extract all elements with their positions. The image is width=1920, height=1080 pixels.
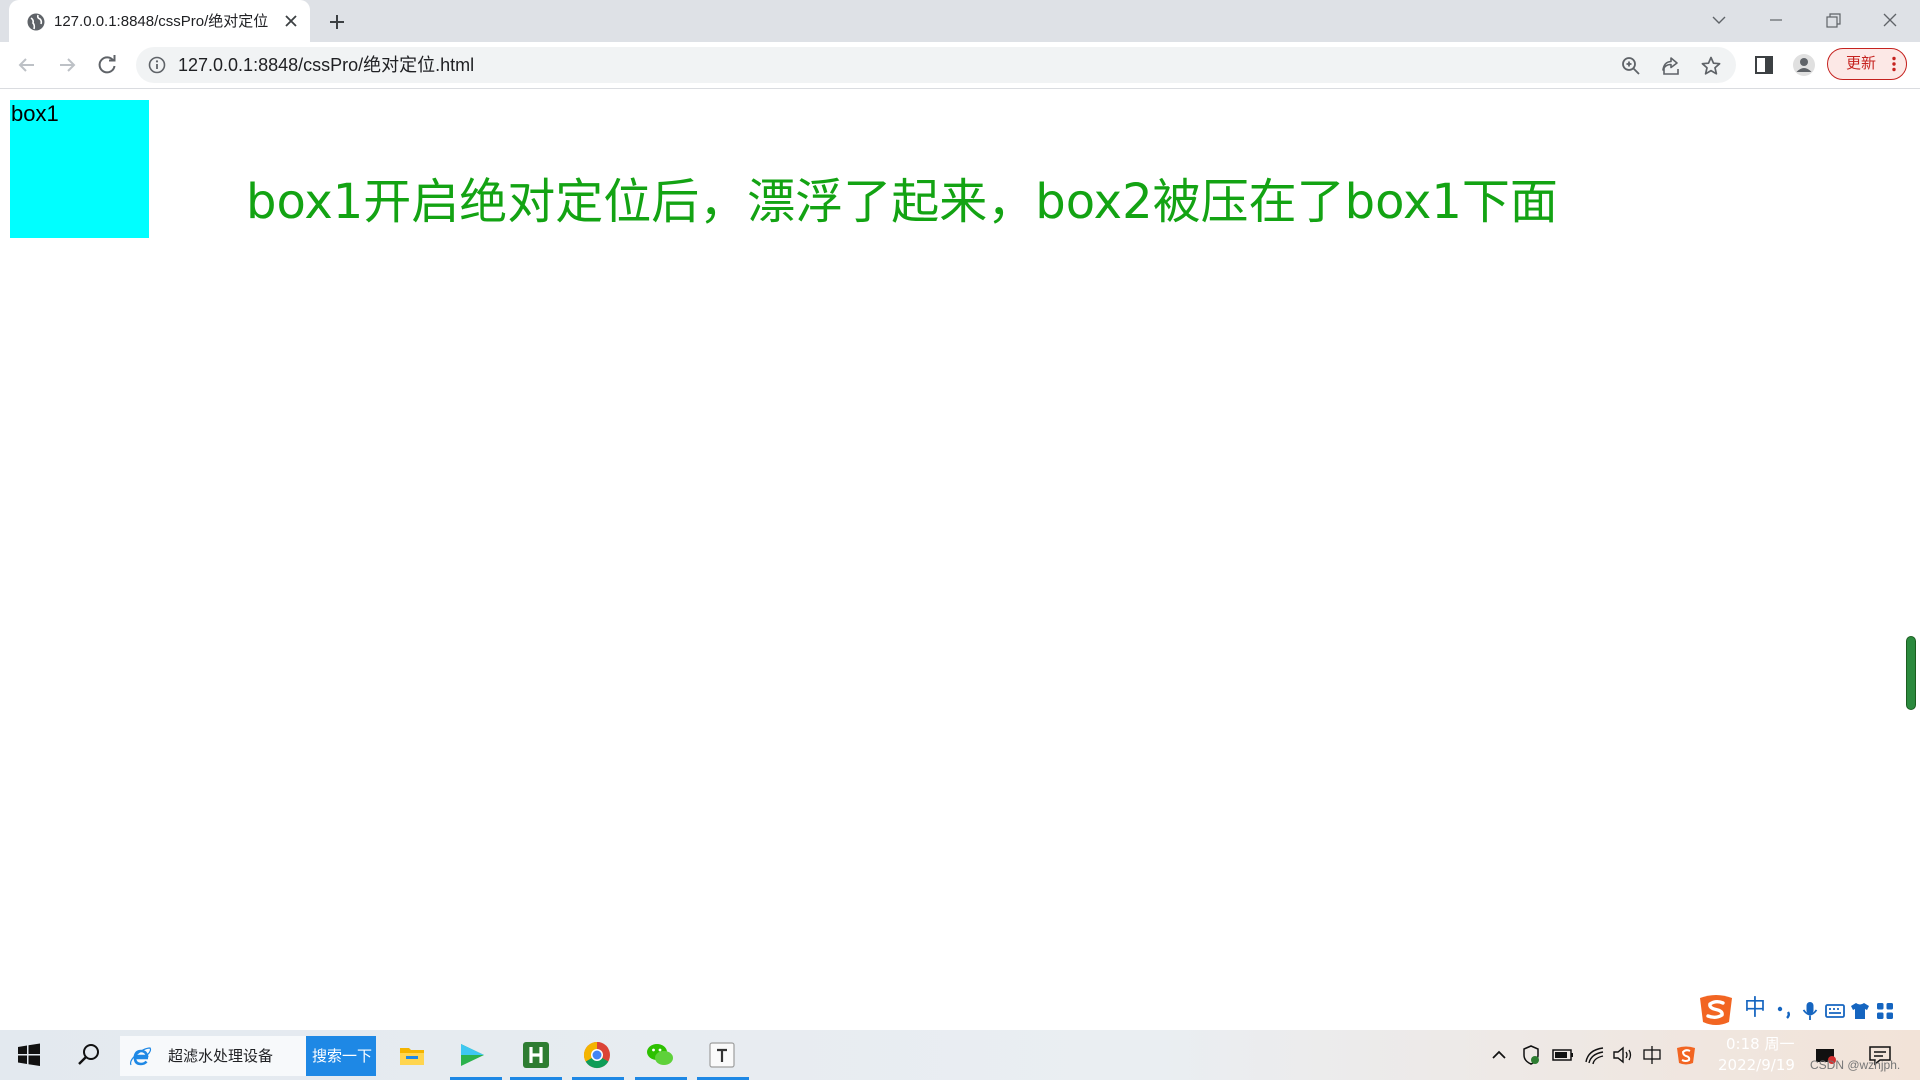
- chevron-down-icon[interactable]: [1704, 6, 1734, 34]
- url-text[interactable]: 127.0.0.1:8848/cssPro/绝对定位.html: [178, 47, 474, 83]
- reload-icon[interactable]: [94, 52, 120, 78]
- sogou-icon[interactable]: [1674, 1040, 1698, 1070]
- tab-title: 127.0.0.1:8848/cssPro/绝对定位: [54, 13, 269, 30]
- update-label: 更新: [1846, 55, 1877, 72]
- volume-icon[interactable]: [1611, 1040, 1635, 1070]
- ime-toolbar: 中: [1696, 990, 1920, 1030]
- update-button[interactable]: 更新: [1827, 48, 1907, 80]
- restore-icon[interactable]: [1818, 6, 1848, 34]
- wechat-icon[interactable]: [645, 1040, 675, 1070]
- box1: box1: [10, 100, 149, 238]
- globe-icon: [27, 13, 45, 31]
- more-vertical-icon: [1892, 56, 1896, 72]
- page-message: box1开启绝对定位后，漂浮了起来，box2被压在了box1下面: [246, 174, 1558, 230]
- plus-icon[interactable]: [325, 10, 349, 34]
- profile-icon[interactable]: [1791, 52, 1817, 78]
- clock-date[interactable]: 2022/9/19: [1718, 1056, 1795, 1074]
- taskbar-search-box[interactable]: 超滤水处理设备: [120, 1036, 306, 1076]
- forward-arrow-icon[interactable]: [54, 52, 80, 78]
- star-icon[interactable]: [1700, 55, 1722, 77]
- search-go-button[interactable]: 搜索一下: [306, 1036, 376, 1076]
- side-panel-icon[interactable]: [1751, 52, 1777, 78]
- punctuation-icon[interactable]: [1774, 1000, 1796, 1022]
- tab-strip: 127.0.0.1:8848/cssPro/绝对定位: [0, 0, 1920, 42]
- box1-label: box1: [11, 101, 59, 126]
- share-icon[interactable]: [1660, 55, 1682, 77]
- close-icon[interactable]: [1875, 6, 1905, 34]
- chrome-icon[interactable]: [582, 1040, 612, 1070]
- browser-tab[interactable]: 127.0.0.1:8848/cssPro/绝对定位: [9, 0, 310, 42]
- typora-icon[interactable]: [707, 1040, 737, 1070]
- close-icon[interactable]: [283, 13, 299, 29]
- watermark: CSDN @wzhjph.: [1810, 1058, 1901, 1072]
- microphone-icon[interactable]: [1799, 1000, 1821, 1022]
- minimize-icon[interactable]: [1761, 6, 1791, 34]
- taskbar: 超滤水处理设备 搜索一下 0:18 周一 2022/9/19 CSDN @wzh…: [0, 1030, 1920, 1080]
- sogou-s-icon[interactable]: [1696, 992, 1736, 1028]
- skin-shirt-icon[interactable]: [1849, 1000, 1871, 1022]
- grid-icon[interactable]: [1874, 1000, 1896, 1022]
- ie-icon: [129, 1047, 152, 1066]
- windows-start-icon[interactable]: [14, 1040, 44, 1070]
- wifi-icon[interactable]: [1583, 1040, 1607, 1070]
- file-explorer-icon[interactable]: [397, 1040, 427, 1070]
- security-icon[interactable]: [1520, 1040, 1542, 1070]
- ime-language[interactable]: 中: [1744, 997, 1766, 1021]
- media-player-icon[interactable]: [457, 1040, 487, 1070]
- info-icon[interactable]: [148, 56, 166, 74]
- zoom-icon[interactable]: [1620, 55, 1642, 77]
- search-icon[interactable]: [74, 1040, 104, 1070]
- address-bar[interactable]: 127.0.0.1:8848/cssPro/绝对定位.html: [136, 47, 1736, 83]
- clock-time[interactable]: 0:18 周一: [1726, 1035, 1794, 1053]
- battery-icon[interactable]: [1551, 1040, 1575, 1070]
- search-query[interactable]: 超滤水处理设备: [168, 1036, 273, 1076]
- browser-toolbar: 127.0.0.1:8848/cssPro/绝对定位.html 更新: [0, 42, 1920, 89]
- back-arrow-icon[interactable]: [14, 52, 40, 78]
- search-go-label: 搜索一下: [312, 1047, 373, 1065]
- scrollbar[interactable]: [1906, 636, 1916, 710]
- hbuilder-icon[interactable]: [521, 1040, 551, 1070]
- ime-icon[interactable]: [1640, 1040, 1664, 1070]
- tray-chevron-icon[interactable]: [1488, 1040, 1510, 1070]
- keyboard-icon[interactable]: [1824, 1000, 1846, 1022]
